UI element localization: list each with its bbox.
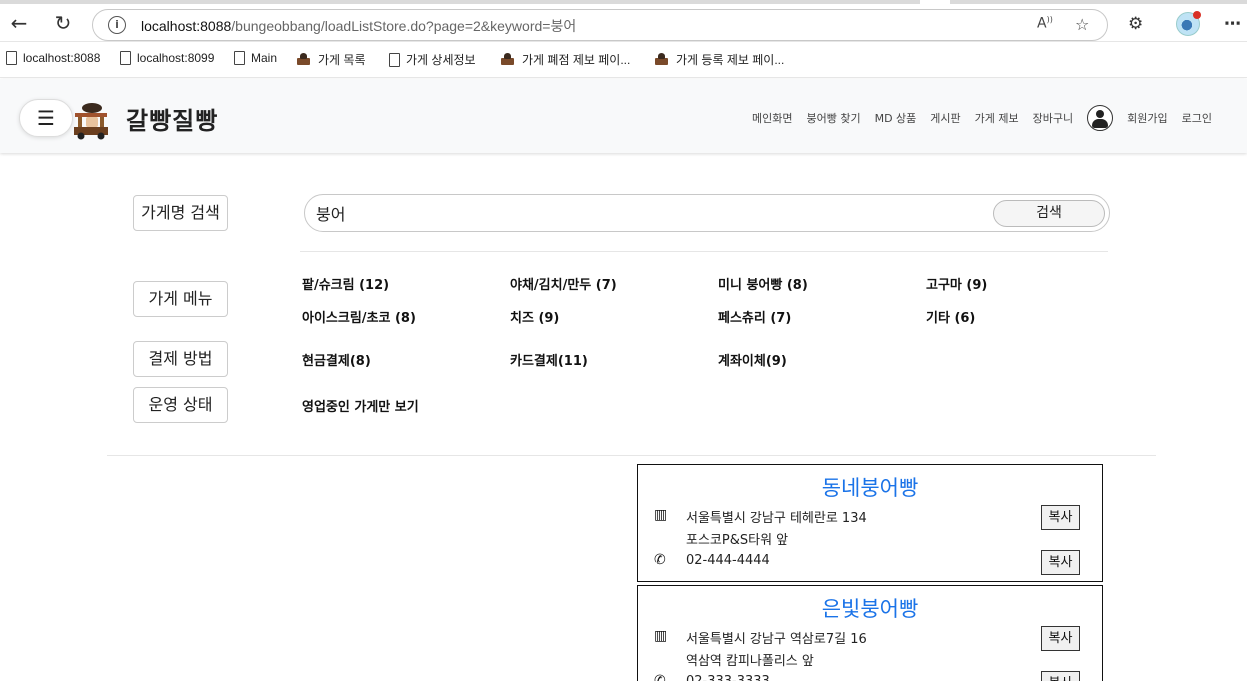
copy-phone-button[interactable]: 복사 (1041, 550, 1080, 575)
menu-option[interactable]: 아이스크림/초코 (8) (302, 307, 416, 326)
nav-store-report[interactable]: 가게 제보 (975, 110, 1019, 126)
divider (107, 455, 1156, 456)
copy-address-button[interactable]: 복사 (1041, 626, 1080, 651)
address-bar[interactable]: i localhost:8088/bungeobbang/loadListSto… (92, 9, 1108, 41)
favorite-star-icon[interactable]: ☆ (1075, 15, 1089, 34)
store-card[interactable]: 동네붕어빵 ▥ 서울특별시 강남구 테헤란로 134 포스코P&S타워 앞 복사… (637, 464, 1103, 582)
reload-icon[interactable]: ↻ (52, 12, 74, 34)
hamburger-menu-icon[interactable]: ☰ (19, 99, 73, 137)
payment-method-label: 결제 방법 (133, 341, 228, 377)
page-icon (234, 51, 245, 65)
url-text: localhost:8088/bungeobbang/loadListStore… (141, 18, 577, 34)
tab-strip (950, 0, 1247, 4)
main-nav: 메인화면 붕어빵 찾기 MD 상품 게시판 가게 제보 장바구니 회원가입 로그… (752, 105, 1212, 131)
store-name-search-label: 가게명 검색 (133, 195, 228, 231)
menu-option[interactable]: 야채/김치/만두 (7) (510, 274, 617, 293)
payment-option[interactable]: 현금결제(8) (302, 350, 371, 369)
menu-option[interactable]: 고구마 (9) (926, 274, 987, 293)
nav-find-bungeobbang[interactable]: 붕어빵 찾기 (806, 110, 860, 126)
menu-option[interactable]: 페스츄리 (7) (718, 307, 791, 326)
truck-icon (296, 52, 312, 67)
store-phone: 02-333-3333 (686, 674, 770, 681)
nav-board[interactable]: 게시판 (930, 110, 960, 126)
store-menu-label: 가게 메뉴 (133, 281, 228, 317)
page-icon (389, 52, 400, 67)
store-phone: 02-444-4444 (686, 553, 770, 568)
truck-icon (500, 52, 516, 67)
nav-md-products[interactable]: MD 상품 (875, 110, 917, 126)
payment-option[interactable]: 계좌이체(9) (718, 350, 787, 369)
copy-address-button[interactable]: 복사 (1041, 505, 1080, 530)
tab-strip (0, 0, 920, 4)
bookmark-item[interactable]: 가게 폐점 제보 페이... (500, 51, 630, 68)
store-address: 서울특별시 강남구 역삼로7길 16 (686, 632, 867, 647)
bookmarks-bar: localhost:8088 localhost:8099 Main 가게 목록… (0, 42, 1247, 78)
nav-home[interactable]: 메인화면 (752, 110, 792, 126)
store-address-detail: 역삼역 캄피나폴리스 앞 (686, 654, 814, 669)
search-button[interactable]: 검색 (993, 200, 1105, 227)
menu-option[interactable]: 기타 (6) (926, 307, 975, 326)
open-stores-only-option[interactable]: 영업중인 가게만 보기 (302, 396, 419, 415)
bookmark-item[interactable]: 가게 목록 (296, 51, 366, 68)
divider (300, 251, 1108, 252)
read-aloud-icon[interactable]: A)) (1037, 15, 1053, 32)
nav-cart[interactable]: 장바구니 (1033, 110, 1073, 126)
phone-icon: ✆ (654, 673, 666, 681)
phone-icon: ✆ (654, 552, 666, 568)
bookmark-item[interactable]: 가게 등록 제보 페이... (654, 51, 784, 68)
map-icon: ▥ (654, 628, 668, 644)
menu-option[interactable]: 미니 붕어빵 (8) (718, 274, 808, 293)
store-address-detail: 포스코P&S타워 앞 (686, 533, 789, 548)
food-cart-logo-icon[interactable] (72, 101, 110, 141)
bookmark-item[interactable]: 가게 상세정보 (389, 51, 476, 68)
more-menu-icon[interactable]: ⋯ (1224, 14, 1241, 34)
bookmark-item[interactable]: Main (234, 51, 277, 65)
nav-signup[interactable]: 회원가입 (1127, 110, 1167, 126)
back-arrow-icon[interactable]: ← (8, 12, 30, 34)
operating-status-label: 운영 상태 (133, 387, 228, 423)
copy-phone-button[interactable]: 복사 (1041, 671, 1080, 681)
notification-dot (1193, 11, 1201, 19)
search-input[interactable] (316, 203, 966, 222)
nav-login[interactable]: 로그인 (1182, 110, 1212, 126)
site-info-icon[interactable]: i (108, 16, 126, 34)
payment-option[interactable]: 카드결제(11) (510, 350, 588, 369)
user-avatar-icon[interactable] (1087, 105, 1114, 131)
browser-toolbar: ← ↻ i localhost:8088/bungeobbang/loadLis… (0, 0, 1247, 42)
menu-option[interactable]: 팥/슈크림 (12) (302, 274, 389, 293)
page-icon (120, 51, 131, 65)
page-icon (6, 51, 17, 65)
menu-option[interactable]: 치즈 (9) (510, 307, 559, 326)
bookmark-item[interactable]: localhost:8088 (6, 51, 100, 65)
bookmark-item[interactable]: localhost:8099 (120, 51, 214, 65)
map-icon: ▥ (654, 507, 668, 523)
truck-icon (654, 52, 670, 67)
site-logo-text[interactable]: 갈빵질빵 (126, 101, 218, 136)
store-name[interactable]: 은빛붕어빵 (638, 593, 1102, 623)
search-bar: 검색 (304, 194, 1110, 232)
store-address: 서울특별시 강남구 테헤란로 134 (686, 511, 867, 526)
store-card[interactable]: 은빛붕어빵 ▥ 서울특별시 강남구 역삼로7길 16 역삼역 캄피나폴리스 앞 … (637, 585, 1103, 681)
extensions-puzzle-icon[interactable]: ⚙ (1128, 14, 1143, 34)
store-name[interactable]: 동네붕어빵 (638, 472, 1102, 502)
site-header: ☰ 갈빵질빵 메인화면 붕어빵 찾기 MD 상품 게시판 가게 제보 장바구니 … (0, 79, 1247, 153)
